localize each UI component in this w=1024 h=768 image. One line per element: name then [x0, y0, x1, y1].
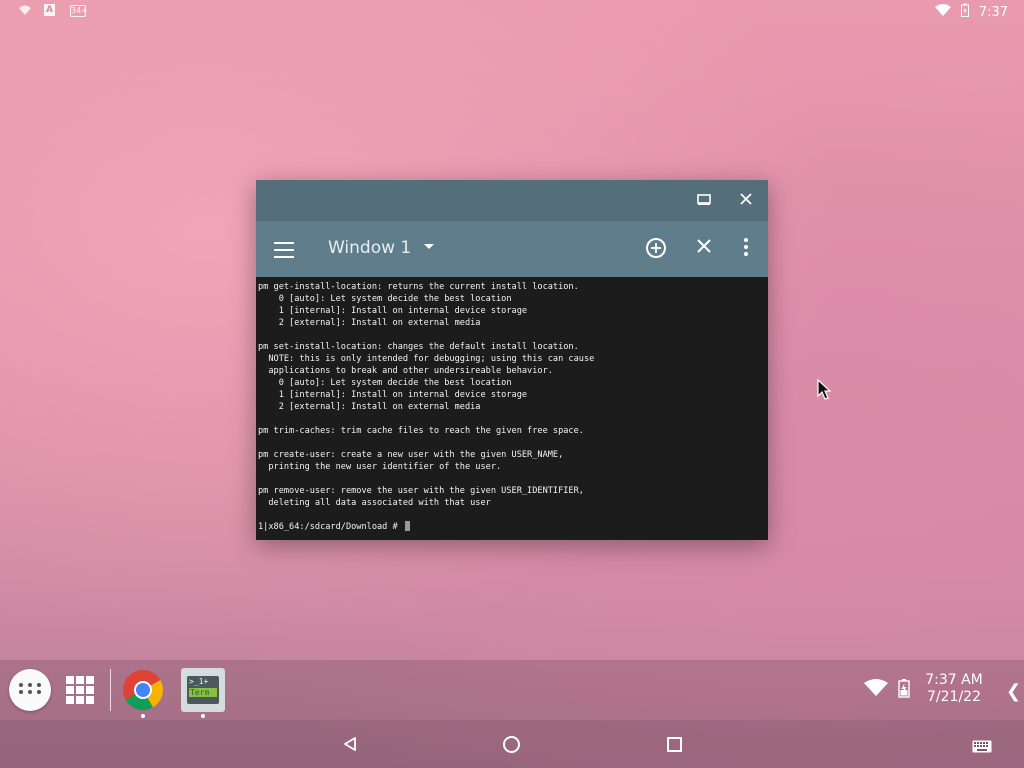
wifi-icon [934, 3, 951, 21]
terminal-line: deleting all data associated with that u… [258, 498, 491, 508]
keyboard-icon[interactable] [972, 738, 992, 757]
terminal-icon-line1: >_1+ [189, 677, 209, 686]
status-bar: A 34+ 7:37 [0, 0, 1024, 24]
clock-time: 7:37 AM [925, 672, 983, 688]
system-tray[interactable] [864, 678, 910, 702]
taskbar-clock[interactable]: 7:37 AM 7/21/22 [918, 672, 990, 706]
terminal-window[interactable]: Window 1 pm get-install-location: return… [256, 180, 768, 540]
terminal-running-indicator [201, 714, 205, 718]
home-icon[interactable] [503, 736, 520, 753]
terminal-app-icon[interactable]: >_1+ Term [181, 668, 225, 712]
terminal-line: 0 [auto]: Let system decide the best loc… [258, 294, 512, 304]
close-window-icon[interactable] [692, 237, 716, 261]
a-icon: A [44, 4, 58, 18]
chrome-running-indicator [141, 714, 145, 718]
window-title-bar[interactable] [256, 180, 768, 221]
terminal-line: pm get-install-location: returns the cur… [258, 282, 579, 292]
add-window-icon[interactable] [644, 237, 668, 261]
terminal-line: pm remove-user: remove the user with the… [258, 486, 584, 496]
window-selector-label[interactable]: Window 1 [328, 238, 411, 258]
mouse-pointer-icon [817, 378, 833, 405]
all-apps-grid-icon[interactable] [66, 676, 94, 704]
recents-icon[interactable] [667, 737, 682, 752]
back-icon[interactable] [342, 736, 358, 756]
notification-icon [18, 4, 32, 18]
battery-icon [960, 3, 969, 21]
app-drawer-button[interactable] [9, 669, 51, 711]
terminal-line: 1 [internal]: Install on internal device… [258, 306, 528, 316]
maximize-icon[interactable] [694, 191, 714, 211]
clock-date: 7/21/22 [927, 689, 981, 705]
dropdown-arrow-icon[interactable] [424, 244, 434, 249]
terminal-prompt[interactable]: 1|x86_64:/sdcard/Download # [258, 521, 766, 533]
app-bar: Window 1 [256, 221, 768, 277]
prompt-text: 1|x86_64:/sdcard/Download # [258, 522, 403, 532]
terminal-line: 2 [external]: Install on external media [258, 318, 481, 328]
terminal-line: pm set-install-location: changes the def… [258, 342, 579, 352]
terminal-line: 2 [external]: Install on external media [258, 402, 481, 412]
terminal-output[interactable]: pm get-install-location: returns the cur… [256, 277, 768, 540]
keyboard-box-icon: 34+ [70, 5, 88, 17]
terminal-icon-line2: Term [189, 688, 217, 697]
taskbar-divider [110, 669, 111, 711]
terminal-line: NOTE: this is only intended for debuggin… [258, 354, 595, 364]
terminal-line: pm create-user: create a new user with t… [258, 450, 564, 460]
battery-icon[interactable] [898, 678, 910, 702]
terminal-line: printing the new user identifier of the … [258, 462, 502, 472]
terminal-line: pm trim-caches: trim cache files to reac… [258, 426, 584, 436]
overflow-menu-icon[interactable] [734, 237, 758, 261]
terminal-line: applications to break and other undersir… [258, 366, 553, 376]
status-time: 7:37 [978, 4, 1008, 20]
chrome-icon[interactable] [122, 669, 164, 711]
close-icon[interactable] [736, 191, 756, 211]
chevron-left-icon[interactable]: ❮ [1006, 681, 1021, 702]
hamburger-menu-icon[interactable] [272, 237, 296, 261]
a-icon-label: A [44, 4, 55, 16]
terminal-line: 0 [auto]: Let system decide the best loc… [258, 378, 512, 388]
text-cursor [404, 521, 410, 531]
terminal-line: 1 [internal]: Install on internal device… [258, 390, 528, 400]
wifi-icon[interactable] [864, 679, 888, 701]
